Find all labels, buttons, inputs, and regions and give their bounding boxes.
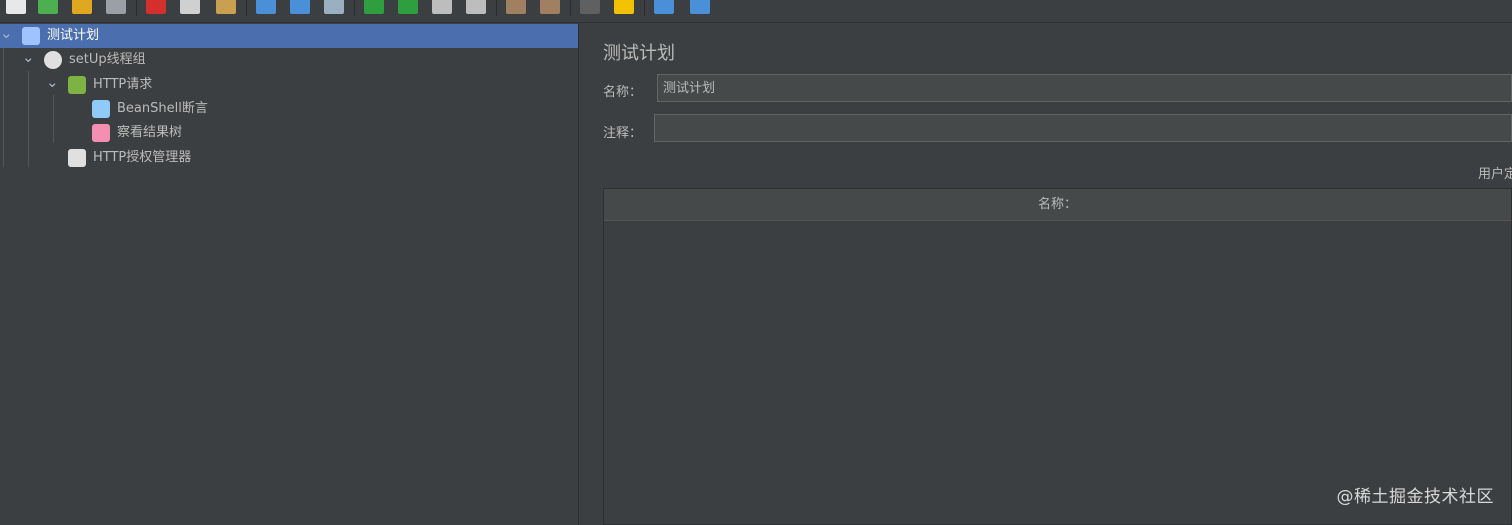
- save-icon[interactable]: [106, 0, 126, 14]
- toolbar-separator: [354, 0, 355, 16]
- user-defined-variables-label: 用户定: [1478, 167, 1512, 182]
- comment-label: 注释：: [603, 126, 643, 141]
- chevron-down-icon[interactable]: ⌄: [46, 73, 59, 91]
- collapse-icon[interactable]: [290, 0, 310, 14]
- tree-node[interactable]: ⌄ 测试计划: [0, 24, 578, 48]
- open-icon[interactable]: [72, 0, 92, 14]
- tree-node[interactable]: ⌄ setUp线程组: [0, 48, 520, 72]
- expand-icon[interactable]: [256, 0, 276, 14]
- tree-node[interactable]: BeanShell断言: [0, 97, 520, 121]
- start-no-pause-icon[interactable]: [398, 0, 418, 14]
- function-helper-icon[interactable]: [654, 0, 674, 14]
- tools-icon: [68, 149, 86, 167]
- toolbar-separator: [136, 0, 137, 16]
- copy-icon[interactable]: [180, 0, 200, 14]
- new-icon[interactable]: [6, 0, 26, 14]
- magnifier-icon: [92, 100, 110, 118]
- test-plan-editor: 测试计划 名称： 测试计划 注释： 用户定 名称：: [590, 23, 1512, 525]
- shutdown-icon[interactable]: [466, 0, 486, 14]
- tree-node[interactable]: HTTP授权管理器: [0, 146, 520, 170]
- toolbar-separator: [246, 0, 247, 16]
- paste-icon[interactable]: [216, 0, 236, 14]
- page-title: 测试计划: [603, 43, 675, 64]
- watermark: @稀土掘金技术社区: [1336, 487, 1494, 507]
- test-plan-icon: [22, 27, 40, 45]
- toggle-icon[interactable]: [324, 0, 344, 14]
- gear-icon: [44, 51, 62, 69]
- tree-node-label: HTTP请求: [93, 77, 153, 92]
- chevron-down-icon[interactable]: ⌄: [22, 48, 35, 66]
- table-header-name[interactable]: 名称：: [604, 189, 1511, 221]
- comment-field[interactable]: [654, 114, 1512, 142]
- name-label: 名称：: [603, 85, 643, 100]
- tree-node-label: HTTP授权管理器: [93, 150, 192, 165]
- toolbar-separator: [570, 0, 571, 16]
- search-icon[interactable]: [580, 0, 600, 14]
- chart-icon: [92, 124, 110, 142]
- tree-node-label: 测试计划: [47, 28, 100, 43]
- reset-search-icon[interactable]: [614, 0, 634, 14]
- chevron-down-icon[interactable]: ⌄: [0, 24, 13, 42]
- clear-icon[interactable]: [506, 0, 526, 14]
- tree-node-label: 察看结果树: [117, 125, 183, 140]
- toolbar-separator: [644, 0, 645, 16]
- tree-node[interactable]: ⌄ HTTP请求: [0, 73, 520, 97]
- clear-all-icon[interactable]: [540, 0, 560, 14]
- pen-icon: [68, 76, 86, 94]
- user-variables-table[interactable]: 名称：: [603, 188, 1512, 525]
- name-field[interactable]: 测试计划: [657, 74, 1512, 102]
- cut-icon[interactable]: [146, 0, 166, 14]
- templates-icon[interactable]: [38, 0, 58, 14]
- test-plan-tree: ⌄ 测试计划 ⌄ setUp线程组 ⌄ HTTP请求 BeanShell断言 察看结果树 HTT…: [0, 23, 579, 525]
- toolbar-separator: [496, 0, 497, 16]
- stop-icon[interactable]: [432, 0, 452, 14]
- tree-node-label: BeanShell断言: [117, 101, 208, 116]
- start-icon[interactable]: [364, 0, 384, 14]
- tree-node-label: setUp线程组: [69, 52, 146, 67]
- help-icon[interactable]: [690, 0, 710, 14]
- tree-node[interactable]: 察看结果树: [0, 121, 520, 145]
- toolbar: [0, 0, 1512, 23]
